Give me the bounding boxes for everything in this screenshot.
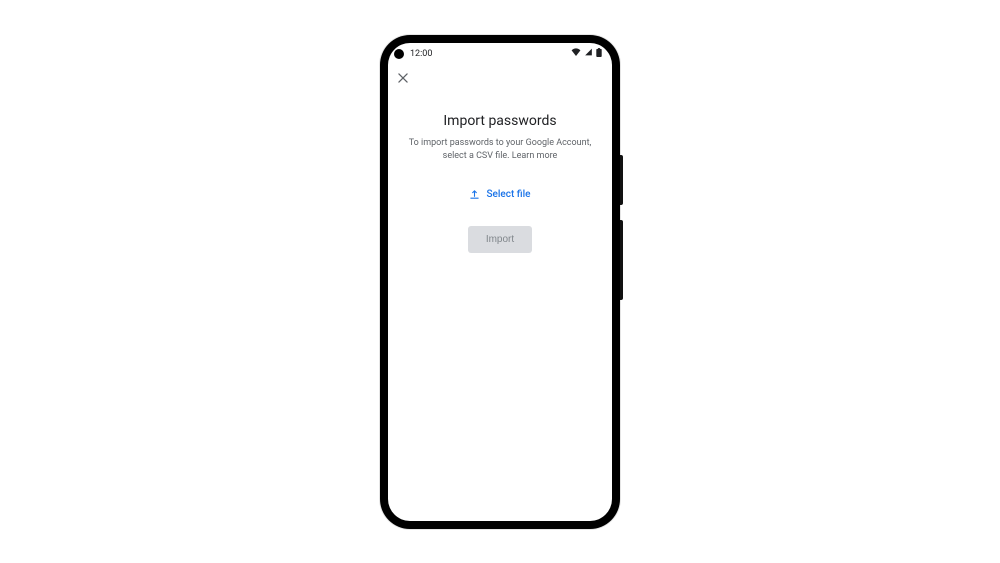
status-time: 12:00: [410, 49, 432, 59]
cell-signal-icon: [584, 48, 593, 59]
select-file-label: Select file: [486, 189, 530, 200]
phone-frame: 12:00 Import passwords To import pa: [380, 35, 620, 529]
main-content: Import passwords To import passwords to …: [388, 91, 612, 521]
screen: 12:00 Import passwords To import pa: [388, 43, 612, 521]
battery-icon: [596, 48, 602, 60]
status-bar-left: 12:00: [394, 49, 432, 59]
phone-side-button: [620, 220, 623, 300]
app-bar: [388, 65, 612, 91]
select-file-button[interactable]: Select file: [469, 189, 530, 200]
status-bar: 12:00: [388, 43, 612, 65]
upload-icon: [469, 189, 480, 200]
page-subtitle: To import passwords to your Google Accou…: [406, 137, 594, 163]
page-title: Import passwords: [406, 113, 594, 129]
close-icon[interactable]: [396, 71, 410, 85]
wifi-icon: [571, 48, 581, 59]
camera-hole: [394, 49, 404, 59]
status-bar-right: [571, 48, 602, 60]
phone-side-button: [620, 155, 623, 205]
import-button[interactable]: Import: [468, 226, 532, 253]
